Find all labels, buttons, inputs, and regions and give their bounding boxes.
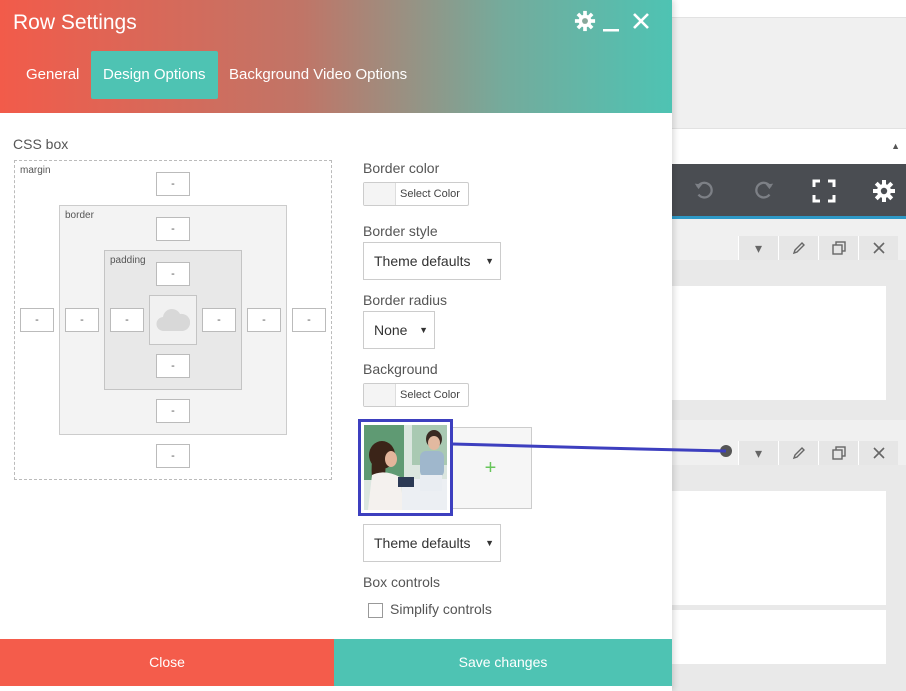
border-style-select[interactable]: Theme defaults ▼ [363,242,501,280]
border-right-input[interactable]: - [247,308,281,332]
redo-icon[interactable] [750,177,778,205]
tab-design-options[interactable]: Design Options [91,51,218,99]
background-style-value: Theme defaults [374,535,471,551]
simplify-controls-checkbox[interactable] [368,603,383,618]
connector-dot [720,445,732,457]
save-changes-button[interactable]: Save changes [334,639,672,686]
content-box [149,295,197,345]
dropdown-arrow-icon: ▼ [485,256,494,266]
element-content-1[interactable] [672,286,886,400]
padding-right-input[interactable]: - [202,308,236,332]
border-color-picker[interactable]: Select Color [363,182,469,206]
padding-left-input[interactable]: - [110,308,144,332]
border-label: border [65,210,94,221]
element-controls-2: ▾ [672,441,906,465]
modal-header: Row Settings General Design Options Back… [0,0,672,113]
chevron-down-icon[interactable]: ▾ [738,236,778,260]
clone-icon[interactable] [818,236,858,260]
element-controls-1: ▾ [672,236,906,260]
close-button[interactable]: Close [0,639,334,686]
editor-top-bar [672,0,906,18]
fullscreen-icon[interactable] [810,177,838,205]
margin-label: margin [20,165,51,176]
css-box-title: CSS box [13,136,69,152]
padding-bottom-input[interactable]: - [156,354,190,378]
tab-general[interactable]: General [14,51,91,99]
tab-background-video-options[interactable]: Background Video Options [217,51,419,99]
collapse-caret-icon[interactable]: ▲ [891,141,900,151]
select-color-label: Select Color [400,188,460,200]
element-content-3[interactable] [672,610,886,664]
close-icon[interactable] [858,236,898,260]
pencil-icon[interactable] [778,441,818,465]
editor-row-header: ▲ [672,128,906,164]
color-swatch [364,183,396,205]
margin-bottom-input[interactable]: - [156,444,190,468]
margin-top-input[interactable]: - [156,172,190,196]
clone-icon[interactable] [818,441,858,465]
cloud-icon [156,309,190,332]
background-style-select[interactable]: Theme defaults ▼ [363,524,501,562]
background-color-picker[interactable]: Select Color [363,383,469,407]
border-style-label: Border style [363,223,438,239]
undo-icon[interactable] [690,177,718,205]
border-bottom-input[interactable]: - [156,399,190,423]
gear-icon[interactable] [572,10,598,36]
minimize-icon[interactable] [598,10,624,36]
border-radius-select[interactable]: None ▼ [363,311,435,349]
dropdown-arrow-icon: ▼ [419,325,428,335]
border-radius-value: None [374,322,408,338]
border-top-input[interactable]: - [156,217,190,241]
border-style-value: Theme defaults [374,253,471,269]
border-left-input[interactable]: - [65,308,99,332]
padding-label: padding [110,255,146,266]
padding-top-input[interactable]: - [156,262,190,286]
margin-left-input[interactable]: - [20,308,54,332]
dropdown-arrow-icon: ▼ [485,538,494,548]
chevron-down-icon[interactable]: ▾ [738,441,778,465]
close-icon[interactable] [628,10,654,36]
box-controls-label: Box controls [363,574,441,590]
border-color-label: Border color [363,160,440,176]
add-image-button[interactable]: + [450,427,532,509]
pencil-icon[interactable] [778,236,818,260]
background-label: Background [363,361,438,377]
simplify-controls-label[interactable]: Simplify controls [390,601,492,617]
editor-toolbar [672,164,906,219]
border-radius-label: Border radius [363,292,448,308]
photo-people-image [364,425,447,510]
element-area-1 [672,260,906,420]
modal-title: Row Settings [13,11,137,34]
background-image-highlight[interactable] [358,419,453,516]
color-swatch [364,384,396,406]
background-image-thumbnail[interactable] [364,425,447,510]
select-color-label: Select Color [400,389,460,401]
element-content-2[interactable] [672,491,886,605]
close-icon[interactable] [858,441,898,465]
settings-icon[interactable] [870,177,898,205]
margin-right-input[interactable]: - [292,308,326,332]
element-area-2 [672,465,906,691]
row-settings-modal: Row Settings General Design Options Back… [0,0,672,691]
